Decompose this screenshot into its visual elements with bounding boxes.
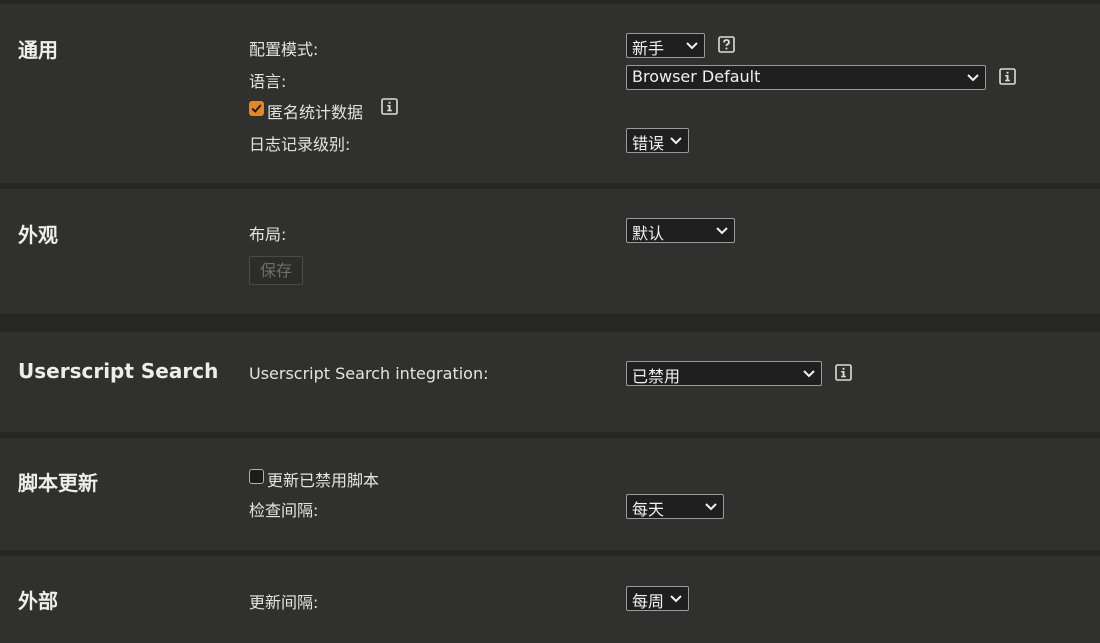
anonymous-stats-label: 匿名统计数据 [267,103,364,122]
row-layout: 布局: 默认 [0,218,1100,244]
save-button[interactable]: 保存 [249,256,303,285]
section-userscript-search: Userscript Search Userscript Search inte… [0,332,1100,432]
row-language: 语言: Browser Default [0,65,1100,91]
update-interval-label: 更新间隔: [249,593,319,612]
section-general: 通用 配置模式: 新手 语言: Browser Default 匿名统计数据 日… [0,4,1100,183]
settings-page: 通用 配置模式: 新手 语言: Browser Default 匿名统计数据 日… [0,0,1100,643]
update-interval-value: 每周 [632,592,665,611]
check-icon [251,104,262,113]
config-mode-label: 配置模式: [249,40,319,59]
chevron-down-icon [670,595,682,603]
language-select[interactable]: Browser Default [626,65,986,90]
log-level-select[interactable]: 错误 [626,128,689,153]
chevron-down-icon [716,227,728,235]
log-level-label: 日志记录级别: [249,135,351,154]
layout-label: 布局: [249,225,287,244]
language-value: Browser Default [632,67,761,86]
section-external: 外部 更新间隔: 每周 [0,556,1100,643]
config-mode-select[interactable]: 新手 [626,33,705,58]
chevron-down-icon [686,42,698,50]
layout-value: 默认 [632,224,665,243]
row-check-interval: 检查间隔: 每天 [0,494,1100,520]
row-userscript-search-integration: Userscript Search integration: 已禁用 [0,361,1100,387]
section-script-update: 脚本更新 更新已禁用脚本 检查间隔: 每天 [0,438,1100,550]
row-log-level: 日志记录级别: 错误 [0,128,1100,154]
check-interval-value: 每天 [632,500,665,519]
language-label: 语言: [249,72,287,91]
row-anonymous-stats: 匿名统计数据 [0,96,1100,122]
row-update-interval: 更新间隔: 每周 [0,586,1100,612]
userscript-search-integration-value: 已禁用 [632,367,681,386]
info-icon[interactable] [999,68,1016,85]
update-disabled-checkbox[interactable] [249,469,264,484]
layout-select[interactable]: 默认 [626,218,735,243]
row-config-mode: 配置模式: 新手 [0,33,1100,59]
check-interval-label: 检查间隔: [249,501,319,520]
chevron-down-icon [705,503,717,511]
chevron-down-icon [670,137,682,145]
update-disabled-label: 更新已禁用脚本 [267,471,380,490]
anonymous-stats-checkbox[interactable] [249,101,264,116]
userscript-search-integration-label: Userscript Search integration: [249,364,489,383]
row-update-disabled: 更新已禁用脚本 [0,464,1100,490]
config-mode-value: 新手 [632,39,665,58]
help-icon[interactable] [718,36,735,53]
check-interval-select[interactable]: 每天 [626,494,724,519]
info-icon[interactable] [835,364,852,381]
chevron-down-icon [967,74,979,82]
userscript-search-integration-select[interactable]: 已禁用 [626,361,822,386]
section-appearance: 外观 布局: 默认 保存 [0,189,1100,314]
chevron-down-icon [803,370,815,378]
update-interval-select[interactable]: 每周 [626,586,689,611]
log-level-value: 错误 [632,134,665,153]
info-icon[interactable] [381,98,398,115]
